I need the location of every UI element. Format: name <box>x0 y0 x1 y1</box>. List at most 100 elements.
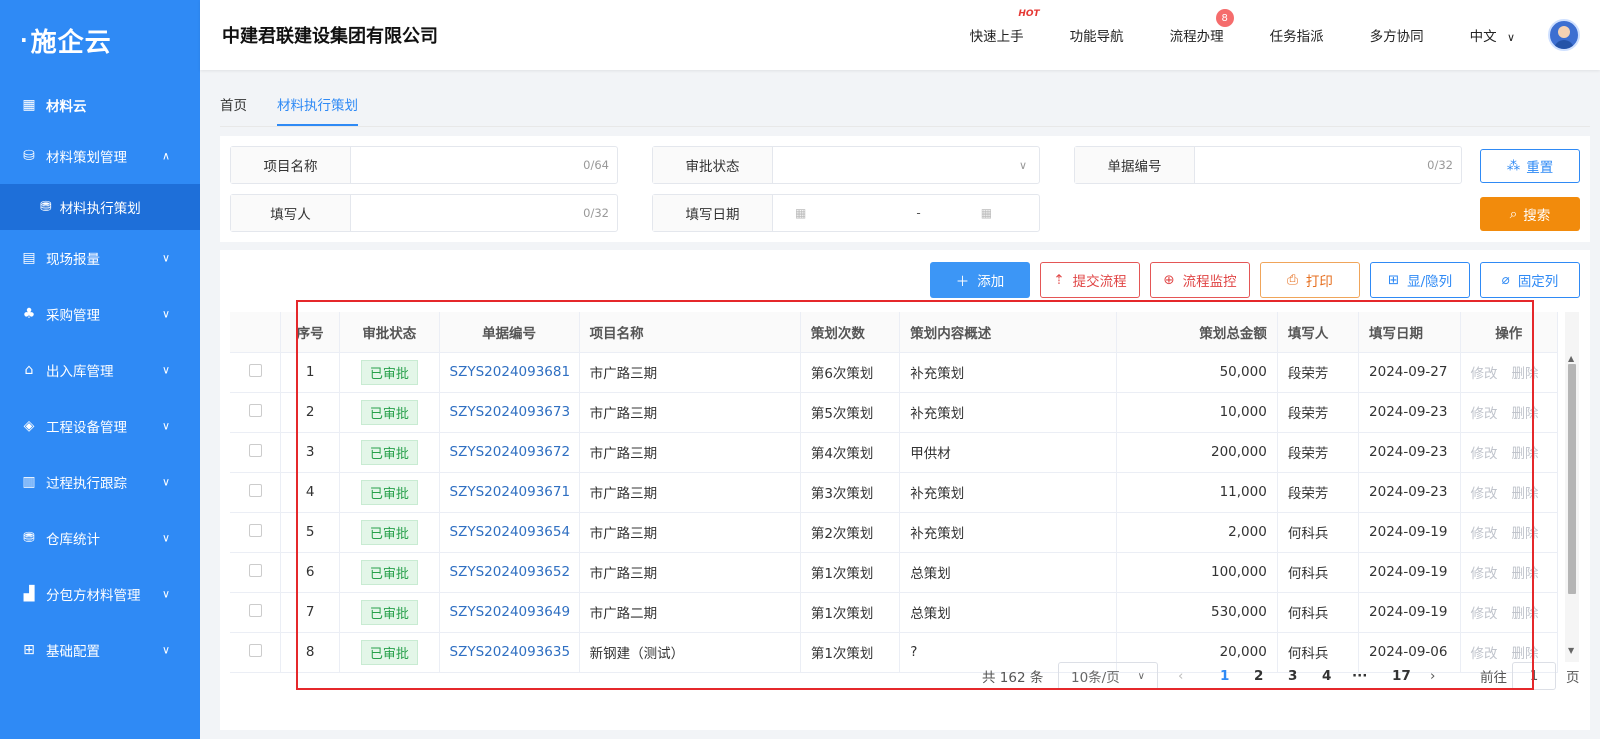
delete-link[interactable]: 删除 <box>1512 606 1539 622</box>
edit-link[interactable]: 修改 <box>1471 606 1498 622</box>
data-table: 序号 审批状态 单据编号 项目名称 策划次数 策划内容概述 策划总金额 填写人 … <box>230 312 1558 673</box>
doc-link[interactable]: SZYS2024093635 <box>450 644 571 660</box>
page-ellipsis[interactable]: ··· <box>1352 662 1367 690</box>
cell-doc: SZYS2024093672 <box>439 432 580 473</box>
date-range-picker[interactable]: ▦ - ▦ <box>773 195 1039 231</box>
delete-link[interactable]: 删除 <box>1512 646 1539 662</box>
submit-flow-button[interactable]: ⇡ 提交流程 <box>1040 262 1140 298</box>
approval-status-select[interactable]: ∨ <box>773 147 1039 183</box>
doc-link[interactable]: SZYS2024093681 <box>450 364 571 380</box>
table-row[interactable]: 3 已审批 SZYS2024093672 市广路三期 第4次策划 甲供材 200,000 段荣… <box>230 432 1558 473</box>
table-row[interactable]: 1 已审批 SZYS2024093681 市广路三期 第6次策划 补充策划 50,000 段荣… <box>230 352 1558 393</box>
table-row[interactable]: 4 已审批 SZYS2024093671 市广路三期 第3次策划 补充策划 11,000 段荣… <box>230 472 1558 513</box>
edit-link[interactable]: 修改 <box>1471 486 1498 502</box>
table-row[interactable]: 7 已审批 SZYS2024093649 市广路二期 第1次策划 总策划 530,000 何科… <box>230 592 1558 633</box>
cell-times: 第6次策划 <box>800 352 901 393</box>
header-collaboration[interactable]: 多方协同 <box>1370 25 1424 45</box>
sidebar-item-subcontract[interactable]: ▟ 分包方材料管理 ∨ <box>0 566 200 622</box>
cell-amount: 2,000 <box>1116 512 1278 553</box>
row-checkbox[interactable] <box>248 403 262 417</box>
cell-times: 第5次策划 <box>800 392 901 433</box>
user-avatar[interactable] <box>1548 19 1580 51</box>
delete-link[interactable]: 删除 <box>1512 486 1539 502</box>
scroll-thumb[interactable] <box>1568 364 1576 594</box>
table-row[interactable]: 2 已审批 SZYS2024093673 市广路三期 第5次策划 补充策划 10,000 段荣… <box>230 392 1558 433</box>
page-1[interactable]: 1 <box>1220 662 1229 690</box>
row-checkbox[interactable] <box>248 563 262 577</box>
goto-page-input[interactable]: 1 <box>1512 662 1556 690</box>
filler-input[interactable]: 0/32 <box>351 195 617 231</box>
cell-status: 已审批 <box>339 512 440 553</box>
sidebar-subitem-execution-planning[interactable]: ⛃ 材料执行策划 <box>0 184 200 230</box>
header-function-nav[interactable]: 功能导航 <box>1070 25 1124 45</box>
delete-link[interactable]: 删除 <box>1512 446 1539 462</box>
delete-link[interactable]: 删除 <box>1512 526 1539 542</box>
flow-count-badge: 8 <box>1215 9 1234 27</box>
print-button[interactable]: ⎙ 打印 <box>1260 262 1360 298</box>
sidebar-item-site-report[interactable]: ▤ 现场报量 ∨ <box>0 230 200 286</box>
edit-link[interactable]: 修改 <box>1471 446 1498 462</box>
sidebar-item-tracking[interactable]: ▥ 过程执行跟踪 ∨ <box>0 454 200 510</box>
project-name-input[interactable]: 0/64 <box>351 147 617 183</box>
sidebar-item-equipment[interactable]: ◈ 工程设备管理 ∨ <box>0 398 200 454</box>
delete-link[interactable]: 删除 <box>1512 566 1539 582</box>
search-button[interactable]: ⌕ 搜索 <box>1480 197 1580 231</box>
header-quick-start[interactable]: 快速上手 HOT <box>970 9 1040 45</box>
row-checkbox[interactable] <box>248 363 262 377</box>
table-panel: ＋添加 ⇡ 提交流程 ⊕ 流程监控 ⎙ 打印 ⊞ 显/隐列 ⌀ 固定列 序号 审批状态 单… <box>220 250 1590 730</box>
sidebar-item-purchase[interactable]: ♣ 采购管理 ∨ <box>0 286 200 342</box>
table-row[interactable]: 5 已审批 SZYS2024093654 市广路三期 第2次策划 补充策划 2,000 何科兵… <box>230 512 1558 553</box>
edit-link[interactable]: 修改 <box>1471 646 1498 662</box>
row-checkbox[interactable] <box>248 603 262 617</box>
page-4[interactable]: 4 <box>1322 662 1331 690</box>
page-2[interactable]: 2 <box>1254 662 1263 690</box>
sidebar-item-inout[interactable]: ⌂ 出入库管理 ∨ <box>0 342 200 398</box>
fix-columns-button[interactable]: ⌀ 固定列 <box>1480 262 1580 298</box>
page-17[interactable]: 17 <box>1392 662 1411 690</box>
row-checkbox[interactable] <box>248 643 262 657</box>
sidebar-item-warehouse-stats[interactable]: ⛃ 仓库统计 ∨ <box>0 510 200 566</box>
cell-no: 5 <box>280 512 341 553</box>
app-logo[interactable]: · 施企云 <box>0 0 200 80</box>
cell-no: 7 <box>280 592 341 633</box>
edit-link[interactable]: 修改 <box>1471 526 1498 542</box>
edit-link[interactable]: 修改 <box>1471 366 1498 382</box>
page-3[interactable]: 3 <box>1288 662 1297 690</box>
row-checkbox[interactable] <box>248 483 262 497</box>
prev-page-icon[interactable]: ‹ <box>1178 662 1183 690</box>
doc-link[interactable]: SZYS2024093652 <box>450 564 571 580</box>
doc-link[interactable]: SZYS2024093654 <box>450 524 571 540</box>
next-page-icon[interactable]: › <box>1430 662 1435 690</box>
doc-no-input[interactable]: 0/32 <box>1195 147 1461 183</box>
sidebar-item-material-planning[interactable]: ⛁ 材料策划管理 ∧ <box>0 128 200 184</box>
language-select[interactable]: 中文 ∨ <box>1470 25 1515 45</box>
sidebar-item-material-cloud[interactable]: ▦ 材料云 <box>0 82 200 128</box>
tab-execution-planning[interactable]: 材料执行策划 <box>277 88 358 126</box>
total-count: 共 162 条 <box>982 670 1044 686</box>
row-checkbox[interactable] <box>248 523 262 537</box>
chevron-down-icon: ∨ <box>1018 158 1027 172</box>
tab-home[interactable]: 首页 <box>220 88 247 126</box>
doc-link[interactable]: SZYS2024093671 <box>450 484 571 500</box>
toggle-columns-button[interactable]: ⊞ 显/隐列 <box>1370 262 1470 298</box>
doc-link[interactable]: SZYS2024093649 <box>450 604 571 620</box>
sidebar-item-basic-config[interactable]: ⊞ 基础配置 ∨ <box>0 622 200 678</box>
delete-link[interactable]: 删除 <box>1512 366 1539 382</box>
delete-link[interactable]: 删除 <box>1512 406 1539 422</box>
doc-link[interactable]: SZYS2024093672 <box>450 444 571 460</box>
table-scrollbar[interactable]: ▲ ▼ <box>1565 312 1579 662</box>
table-row[interactable]: 6 已审批 SZYS2024093652 市广路三期 第1次策划 总策划 100,000 何科… <box>230 552 1558 593</box>
row-checkbox[interactable] <box>248 443 262 457</box>
add-button[interactable]: ＋添加 <box>930 262 1030 298</box>
edit-link[interactable]: 修改 <box>1471 566 1498 582</box>
flow-monitor-button[interactable]: ⊕ 流程监控 <box>1150 262 1250 298</box>
paperclip-icon: ⌀ <box>1501 272 1510 288</box>
header-task-assign[interactable]: 任务指派 <box>1270 25 1324 45</box>
status-badge: 已审批 <box>360 559 418 585</box>
header-flow[interactable]: 流程办理 8 <box>1170 9 1234 45</box>
page-size-select[interactable]: 10条/页 ∨ <box>1058 662 1158 690</box>
edit-link[interactable]: 修改 <box>1471 406 1498 422</box>
header-checkbox-cell <box>230 312 282 353</box>
reset-button[interactable]: ⁂ 重置 <box>1480 149 1580 183</box>
doc-link[interactable]: SZYS2024093673 <box>450 404 571 420</box>
